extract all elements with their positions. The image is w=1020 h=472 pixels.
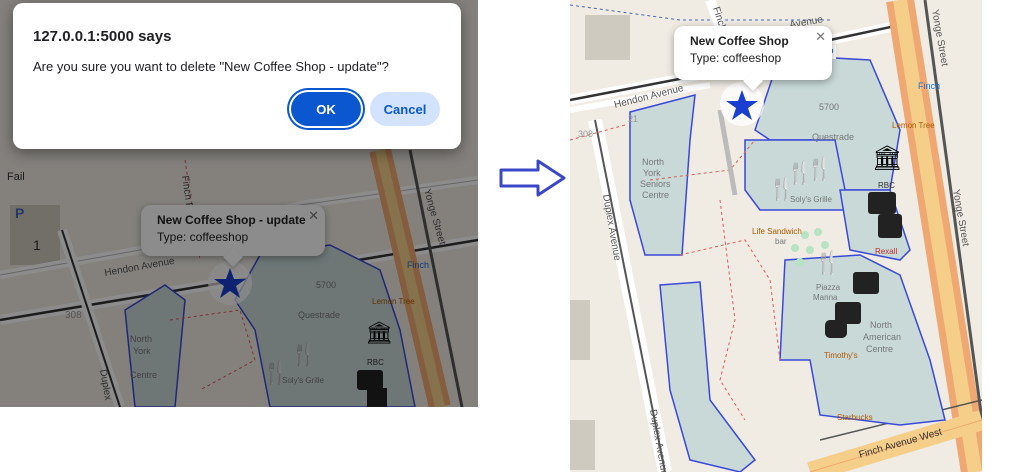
svg-text:Soly's Grille: Soly's Grille <box>790 195 833 204</box>
ok-button[interactable]: OK <box>291 92 361 126</box>
svg-text:Questrade: Questrade <box>812 132 854 142</box>
transition-arrow-icon <box>498 158 568 198</box>
pharmacy-icon <box>878 214 902 238</box>
confirm-dialog: 127.0.0.1:5000 says Are you sure you wan… <box>13 3 461 149</box>
svg-text:Rexall: Rexall <box>875 247 897 256</box>
svg-text:Piazza: Piazza <box>816 283 841 292</box>
map-before-panel[interactable]: 🏛 🍴 🍴 Fail P 1 308 5700 Questrade North … <box>0 0 478 407</box>
svg-text:North: North <box>642 157 664 167</box>
svg-text:5700: 5700 <box>819 102 839 112</box>
svg-text:308: 308 <box>578 129 593 139</box>
svg-text:Finch: Finch <box>918 81 940 91</box>
svg-text:Seniors: Seniors <box>640 179 671 189</box>
svg-text:American: American <box>863 332 901 342</box>
svg-text:Centre: Centre <box>642 190 669 200</box>
svg-text:bar: bar <box>775 237 787 246</box>
svg-text:Centre: Centre <box>866 344 893 354</box>
place-popup: New Coffee Shop Type: coffeeshop ✕ <box>674 26 832 91</box>
svg-text:Manna: Manna <box>813 293 838 302</box>
fork-knife-icon: 🍴 <box>806 156 833 182</box>
svg-text:York: York <box>643 168 661 178</box>
popup-type: Type: coffeeshop <box>690 51 782 65</box>
map-after-panel[interactable]: 🏛 🍴 🍴 🍴 🍴 P 308 21 5700 Questrade North … <box>570 0 982 472</box>
popup-title: New Coffee Shop <box>690 34 789 48</box>
svg-text:North: North <box>870 320 892 330</box>
svg-text:Lemon Tree: Lemon Tree <box>892 121 935 130</box>
close-icon[interactable]: ✕ <box>815 29 826 45</box>
dialog-message: Are you sure you want to delete "New Cof… <box>33 59 389 74</box>
svg-text:21: 21 <box>628 114 638 124</box>
dialog-origin: 127.0.0.1:5000 says <box>33 28 172 45</box>
svg-text:Starbucks: Starbucks <box>837 413 873 422</box>
bank-icon: 🏛 <box>872 145 902 172</box>
cash-register-icon <box>868 192 896 214</box>
cancel-button[interactable]: Cancel <box>370 92 440 126</box>
svg-text:RBC: RBC <box>878 181 895 190</box>
svg-text:Timothy's: Timothy's <box>824 351 858 360</box>
coffee-cup-icon <box>825 320 847 338</box>
svg-text:Life Sandwich: Life Sandwich <box>752 227 802 236</box>
fork-knife-icon: 🍴 <box>814 250 841 276</box>
cash-register-icon <box>853 272 879 294</box>
